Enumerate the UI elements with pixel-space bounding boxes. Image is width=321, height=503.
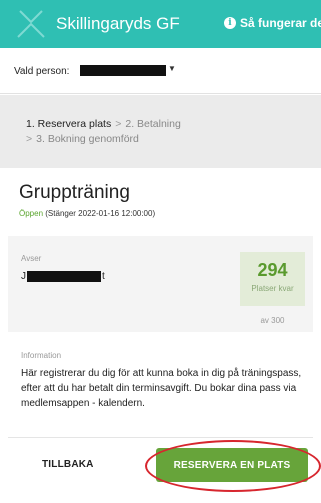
app-title: Skillingaryds GF — [56, 14, 180, 33]
places-total: av 300 — [260, 316, 285, 325]
avser-name: Jt — [21, 271, 105, 282]
activity-card: Gruppträning Öppen (Stänger 2022-01-16 1… — [8, 168, 321, 503]
divider — [8, 437, 313, 438]
redaction-bar — [27, 271, 101, 282]
back-button[interactable]: TILLBAKA — [42, 459, 94, 470]
caret-down-icon[interactable]: ▼ — [168, 64, 176, 73]
status-closes: (Stänger 2022-01-16 12:00:00) — [45, 209, 156, 218]
app-header: Skillingaryds GF i Så fungerar det — [0, 0, 321, 48]
avser-name-end: t — [102, 271, 105, 282]
places-left-badge: 294 Platser kvar — [240, 252, 305, 306]
info-text: Här registrerar du dig för att kunna bok… — [21, 368, 302, 409]
status-open: Öppen — [19, 209, 44, 218]
booking-steps-area: 1. Reservera plats >2. Betalning >3. Bokn… — [0, 95, 321, 168]
step-payment: 2. Betalning — [125, 118, 181, 130]
booking-steps: 1. Reservera plats >2. Betalning >3. Bokn… — [26, 117, 296, 147]
help-link[interactable]: i Så fungerar det — [224, 16, 321, 30]
step-reserve: 1. Reservera plats — [26, 118, 112, 130]
info-label: Information — [21, 351, 62, 360]
club-logo-icon[interactable] — [14, 7, 48, 41]
info-icon: i — [224, 17, 236, 29]
help-link-label: Så fungerar det — [240, 16, 321, 30]
places-label: Platser kvar — [251, 284, 294, 293]
avser-section: Avser Jt 294 Platser kvar av 300 — [8, 236, 313, 332]
activity-status: Öppen (Stänger 2022-01-16 12:00:00) — [19, 209, 155, 218]
person-label: Vald person: — [14, 66, 70, 77]
avser-name-start: J — [21, 271, 26, 282]
avser-label: Avser — [21, 254, 42, 263]
reserve-place-button[interactable]: RESERVERA EN PLATS — [156, 448, 308, 482]
person-select-redacted[interactable] — [80, 65, 166, 76]
step-separator: > — [115, 118, 122, 130]
person-selector-row: Vald person: ▼ — [0, 48, 321, 94]
activity-title: Gruppträning — [19, 182, 130, 203]
step-separator: > — [26, 133, 33, 145]
step-completed: 3. Bokning genomförd — [36, 133, 139, 145]
places-count: 294 — [257, 260, 288, 280]
